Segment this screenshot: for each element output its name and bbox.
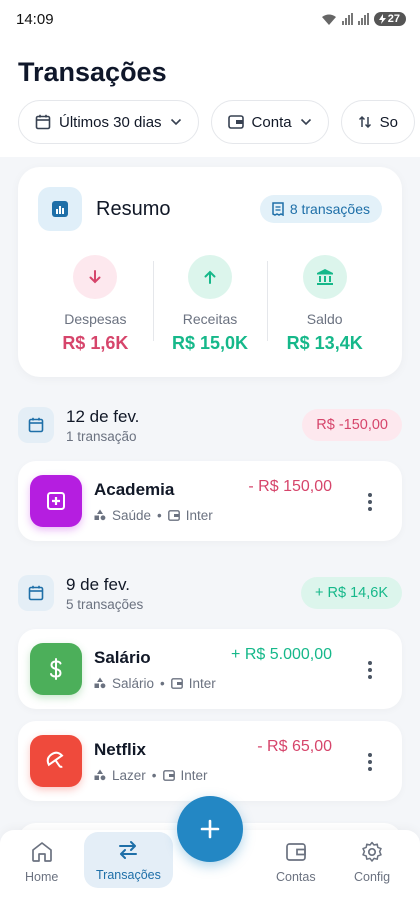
transaction-card[interactable]: Salário Salário • Inter + R$ 5.000,00 [18,629,402,709]
sort-icon [358,115,371,129]
transaction-name: Netflix [94,739,146,759]
transaction-account: Inter [188,675,216,691]
chevron-down-icon [300,118,311,126]
arrow-down-icon [73,255,118,299]
transaction-count: 8 transações [289,201,370,217]
wallet-icon [167,509,180,521]
status-time: 14:09 [16,10,54,28]
group-total-badge: R$ -150,00 [302,409,402,441]
stat-income: Receitas R$ 15,0K [152,255,268,354]
transaction-account: Inter [185,507,213,523]
group-header: 12 de fev. 1 transação R$ -150,00 [18,405,402,445]
charging-icon [378,14,386,24]
umbrella-icon [30,735,82,787]
arrow-up-icon [188,255,232,299]
chart-icon [38,187,82,231]
more-options-icon[interactable] [368,753,372,771]
meta-separator: • [151,767,157,783]
page-title: Transações [18,56,167,87]
chevron-down-icon [170,118,181,126]
nav-accounts[interactable]: Contas [276,840,316,884]
nav-transactions-label: Transações [96,868,161,882]
meta-separator: • [157,507,162,523]
dollar-icon [30,643,82,695]
transaction-amount: - R$ 65,00 [257,738,332,755]
battery-indicator: 27 [373,12,406,26]
transaction-account: Inter [180,767,208,783]
more-options-icon[interactable] [368,493,372,511]
swap-icon [119,841,138,859]
stat-income-label: Receitas [182,311,238,327]
status-icons: 27 [321,12,406,26]
calendar-icon [18,407,54,443]
nav-home[interactable]: Home [25,840,58,884]
nav-config-label: Config [354,870,391,884]
stat-expenses-value: R$ 1,6K [62,333,129,353]
meta-separator: • [160,675,165,691]
summary-title: Resumo [96,197,171,220]
group-date: 9 de fev. [66,574,130,594]
battery-level: 27 [387,13,400,25]
transaction-category: Saúde [112,507,152,523]
filter-sort[interactable]: So [340,100,415,144]
summary-card: Resumo 8 transações Despesas R$ 1,6K Rec… [18,167,402,377]
nav-home-label: Home [25,870,59,884]
nav-transactions[interactable]: Transações [84,832,173,888]
bank-icon [302,255,347,299]
stat-balance-label: Saldo [306,311,343,327]
group-count: 1 transação [66,428,137,444]
health-icon [30,475,82,527]
transaction-name: Academia [94,479,175,499]
wifi-icon [321,14,336,25]
transaction-card[interactable]: Netflix Lazer • Inter - R$ 65,00 [18,721,402,801]
stat-income-value: R$ 15,0K [171,333,249,353]
more-options-icon[interactable] [368,661,372,679]
stat-balance-value: R$ 13,4K [286,333,363,353]
stat-expenses-label: Despesas [64,311,127,327]
wallet-icon [162,769,175,781]
stat-expenses: Despesas R$ 1,6K [38,255,153,354]
signal-icon-2 [357,13,369,25]
gear-icon [362,841,382,862]
group-total-badge: + R$ 14,6K [301,577,402,609]
nav-accounts-label: Contas [276,870,316,884]
signal-icon [341,13,353,25]
filter-account[interactable]: Conta [210,100,329,144]
group-date: 12 de fev. [66,406,140,426]
filter-sort-label: So [379,113,398,131]
group-header: 9 de fev. 5 transações + R$ 14,6K [18,573,402,613]
group-count: 5 transações [66,596,144,612]
transaction-category: Salário [112,675,155,691]
calendar-icon [35,114,51,130]
transaction-count-badge: 8 transações [259,195,382,223]
filter-period-label: Últimos 30 dias [59,113,162,131]
transaction-amount: - R$ 150,00 [248,478,332,495]
filter-bar: Últimos 30 dias Conta So [0,100,420,146]
calendar-icon [18,575,54,611]
status-bar: 14:09 27 [0,0,420,38]
transaction-amount: + R$ 5.000,00 [231,646,332,663]
category-icon [94,509,106,521]
nav-config[interactable]: Config [354,840,390,884]
stat-balance: Saldo R$ 13,4K [267,255,382,354]
plus-icon [200,819,220,839]
transaction-card[interactable]: Academia Saúde • Inter - R$ 150,00 [18,461,402,541]
wallet-icon [227,115,244,129]
wallet-icon [170,677,183,689]
receipt-icon [272,202,284,216]
content-area[interactable]: Resumo 8 transações Despesas R$ 1,6K Rec… [0,157,420,901]
category-icon [94,769,106,781]
home-icon [31,842,52,862]
filter-account-label: Conta [251,113,292,131]
filter-period[interactable]: Últimos 30 dias [18,100,199,144]
transaction-category: Lazer [112,767,146,783]
add-transaction-button[interactable] [177,796,243,862]
wallet-icon [285,843,306,861]
category-icon [94,677,106,689]
